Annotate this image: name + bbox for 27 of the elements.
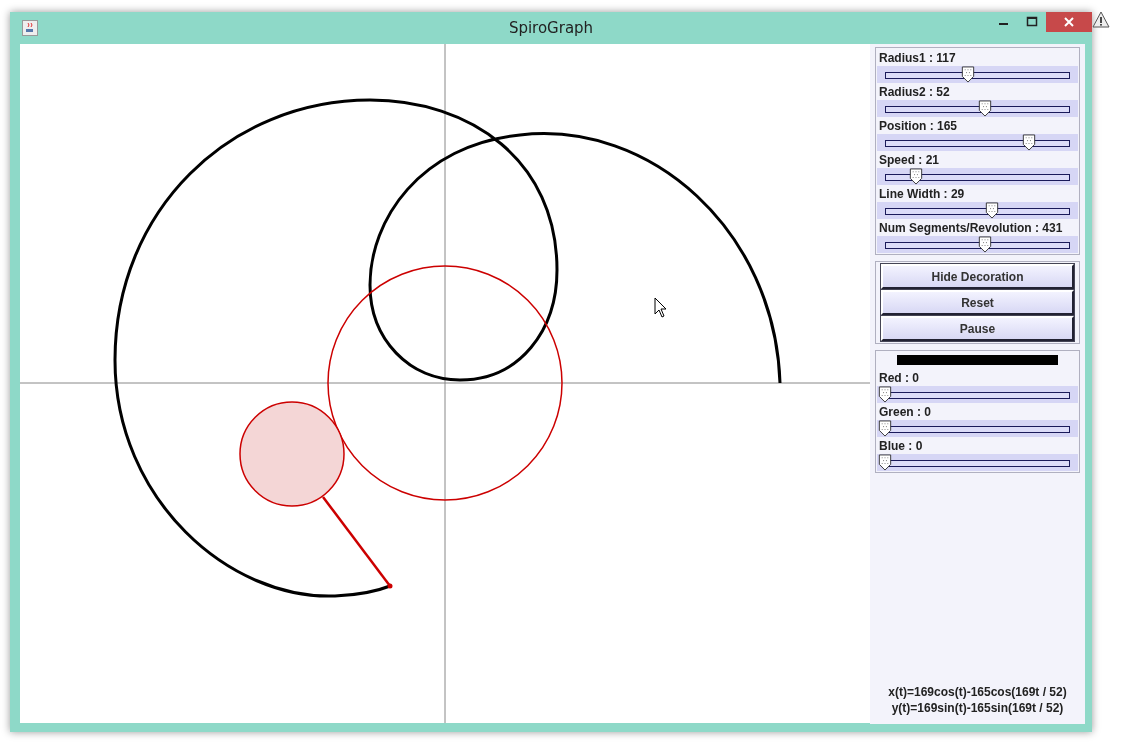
slider-label: Speed : 21	[878, 152, 941, 168]
slider-label: Blue : 0	[878, 438, 924, 454]
equation-text: x(t)=169cos(t)-165cos(169t / 52)	[887, 684, 1068, 700]
slider-label: Radius1 : 117	[878, 50, 957, 66]
slider-thumb[interactable]	[1022, 134, 1037, 151]
slider-thumb[interactable]	[961, 66, 976, 83]
slider-label: Line Width : 29	[878, 186, 966, 202]
action-button[interactable]: Hide Decoration	[881, 264, 1074, 289]
slider-thumb[interactable]	[909, 168, 924, 185]
slider-label: Position : 165	[878, 118, 959, 134]
warning-icon	[1092, 11, 1110, 28]
window-title: SpiroGraph	[507, 19, 595, 37]
slider-label: Red : 0	[878, 370, 920, 386]
action-button[interactable]: Pause	[881, 316, 1074, 341]
slider-thumb[interactable]	[977, 100, 992, 117]
slider-label: Radius2 : 52	[878, 84, 951, 100]
slider-thumb[interactable]	[878, 454, 892, 471]
slider-thumb[interactable]	[878, 386, 892, 403]
close-icon[interactable]	[1046, 12, 1092, 32]
slider-label: Green : 0	[878, 404, 933, 420]
equation-text: y(t)=169sin(t)-165sin(169t / 52)	[890, 700, 1065, 716]
slider-thumb[interactable]	[985, 202, 1000, 219]
slider-thumb[interactable]	[878, 420, 892, 437]
slider-thumb[interactable]	[977, 236, 992, 253]
action-button[interactable]: Reset	[881, 290, 1074, 315]
cursor-icon	[654, 297, 667, 318]
slider-label: Num Segments/Revolution : 431	[878, 220, 1064, 236]
